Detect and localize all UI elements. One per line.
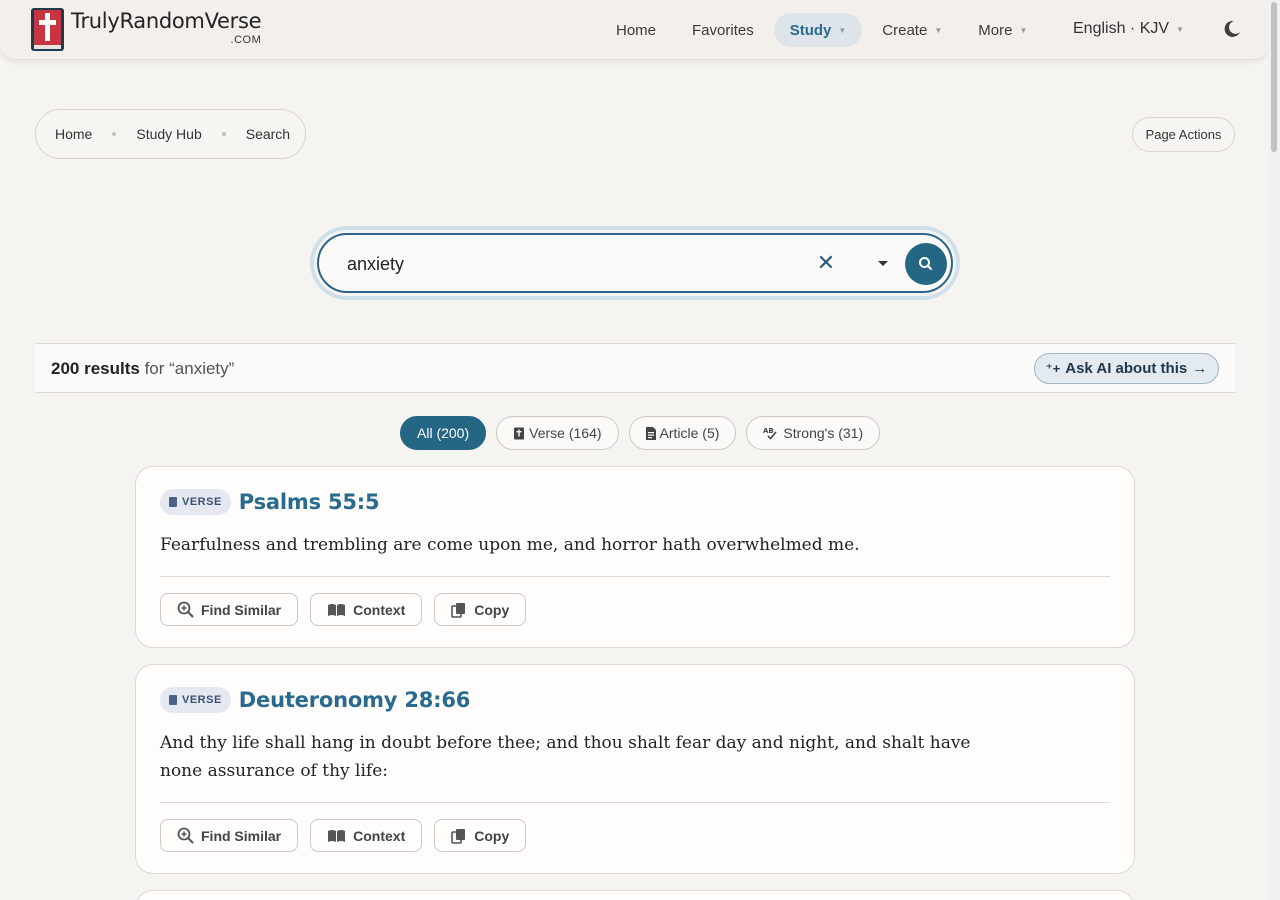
site-header: TrulyRandomVerse .COM Home Favorites Stu… [0,0,1268,60]
find-similar-label: Find Similar [201,601,282,618]
chevron-down-icon: ▼ [934,25,943,35]
find-similar-button[interactable]: Find Similar [160,593,299,626]
verse-reference-link[interactable]: Deuteronomy 28:66 [239,688,471,712]
ask-ai-button[interactable]: ⁺+ Ask AI about this → [1034,353,1219,384]
copy-label: Copy [474,827,510,844]
results-summary-bar: 200 results for “anxiety” ⁺+ Ask AI abou… [35,343,1235,393]
sparkle-icon: ⁺+ [1045,360,1061,376]
spell-check-icon: AB [763,426,779,440]
clear-search-icon[interactable]: ✕ [816,252,836,274]
nav-study[interactable]: Study ▼ [773,13,863,47]
verse-text: Fearfulness and trembling are come upon … [160,535,860,555]
result-card [135,890,1135,900]
filter-article-label: Article (5) [659,425,720,441]
site-logo[interactable]: TrulyRandomVerse .COM [30,7,262,52]
document-icon [645,426,656,440]
language-selector[interactable]: English · KJV ▼ [1073,20,1184,38]
verse-text: And thy life shall hang in doubt before … [160,733,971,781]
filter-verse-label: Verse (164) [529,425,602,441]
copy-button[interactable]: Copy [434,593,527,626]
page-actions-button[interactable]: Page Actions [1132,117,1235,152]
breadcrumb-home[interactable]: Home [55,126,92,142]
filter-all[interactable]: All (200) [400,416,487,450]
nav-more[interactable]: More ▼ [962,13,1043,47]
filter-all-label: All (200) [417,425,470,441]
result-type-tag: VERSE [160,489,231,515]
open-book-icon [327,603,346,617]
chevron-down-icon: ▼ [838,25,847,35]
breadcrumb-separator [112,132,117,136]
card-actions: Find Similar Context Copy [160,819,538,852]
scrollbar-thumb[interactable] [1271,2,1277,152]
copy-button[interactable]: Copy [434,819,527,852]
nav-create-label: Create [882,21,928,39]
nav-create[interactable]: Create ▼ [866,13,958,47]
filter-strongs[interactable]: AB Strong's (31) [746,416,881,450]
dark-mode-toggle-icon[interactable] [1222,19,1242,39]
find-similar-button[interactable]: Find Similar [160,819,299,852]
nav-study-label: Study [789,21,832,39]
logo-name: TrulyRandomVerse [71,9,262,33]
verse-reference-link[interactable]: Psalms 55:5 [239,490,380,514]
context-label: Context [353,601,406,618]
result-type-filters: All (200) Verse (164) Article (5) AB Str… [400,416,890,450]
nav-favorites[interactable]: Favorites [676,13,770,47]
card-actions: Find Similar Context Copy [160,593,538,626]
bible-icon [169,497,177,507]
zoom-in-icon [177,601,194,618]
copy-icon [451,602,467,618]
card-divider [160,802,1110,803]
nav-more-label: More [978,21,1013,39]
chevron-down-icon: ▼ [1019,25,1028,35]
filter-article[interactable]: Article (5) [628,416,737,450]
context-button[interactable]: Context [310,819,423,852]
chevron-down-icon: ▼ [1176,24,1184,34]
search-options-dropdown-icon[interactable] [873,253,893,273]
svg-text:AB: AB [763,427,774,435]
nav-home-label: Home [616,21,657,39]
nav-home[interactable]: Home [600,13,672,47]
result-type-label: VERSE [182,496,222,508]
result-type-tag: VERSE [160,687,231,713]
arrow-right-icon: → [1192,360,1208,377]
result-card: VERSE Psalms 55:5 Fearfulness and trembl… [135,466,1135,648]
search-input[interactable] [347,249,787,279]
search-submit-button[interactable] [905,243,947,285]
results-query: for “anxiety” [139,359,235,378]
main-nav: Home Favorites Study ▼ Create ▼ More ▼ [600,13,1047,47]
context-button[interactable]: Context [310,593,423,626]
context-label: Context [353,827,406,844]
breadcrumb: Home Study Hub Search [35,109,306,159]
result-card: VERSE Deuteronomy 28:66 And thy life sha… [135,664,1135,874]
bible-logo-icon [30,7,65,52]
bible-icon [513,427,525,440]
find-similar-label: Find Similar [201,827,282,844]
result-type-label: VERSE [182,694,222,706]
open-book-icon [327,829,346,843]
copy-label: Copy [474,601,510,618]
logo-suffix: .COM [230,34,262,46]
card-divider [160,576,1110,577]
results-count: 200 results for “anxiety” [51,359,234,379]
results-count-number: 200 results [51,359,140,378]
copy-icon [451,828,467,844]
bible-icon [169,695,177,705]
search-icon [919,257,933,271]
filter-verse[interactable]: Verse (164) [496,416,619,450]
breadcrumb-study-hub[interactable]: Study Hub [136,126,201,142]
breadcrumb-separator [221,132,226,136]
page-scrollbar[interactable] [1268,0,1280,900]
ask-ai-label: Ask AI about this [1065,360,1188,377]
search-box: ✕ [317,233,953,293]
zoom-in-icon [177,827,194,844]
breadcrumb-search[interactable]: Search [246,126,290,142]
filter-strongs-label: Strong's (31) [783,425,864,441]
language-label: English · KJV [1073,20,1170,37]
nav-favorites-label: Favorites [692,21,754,39]
